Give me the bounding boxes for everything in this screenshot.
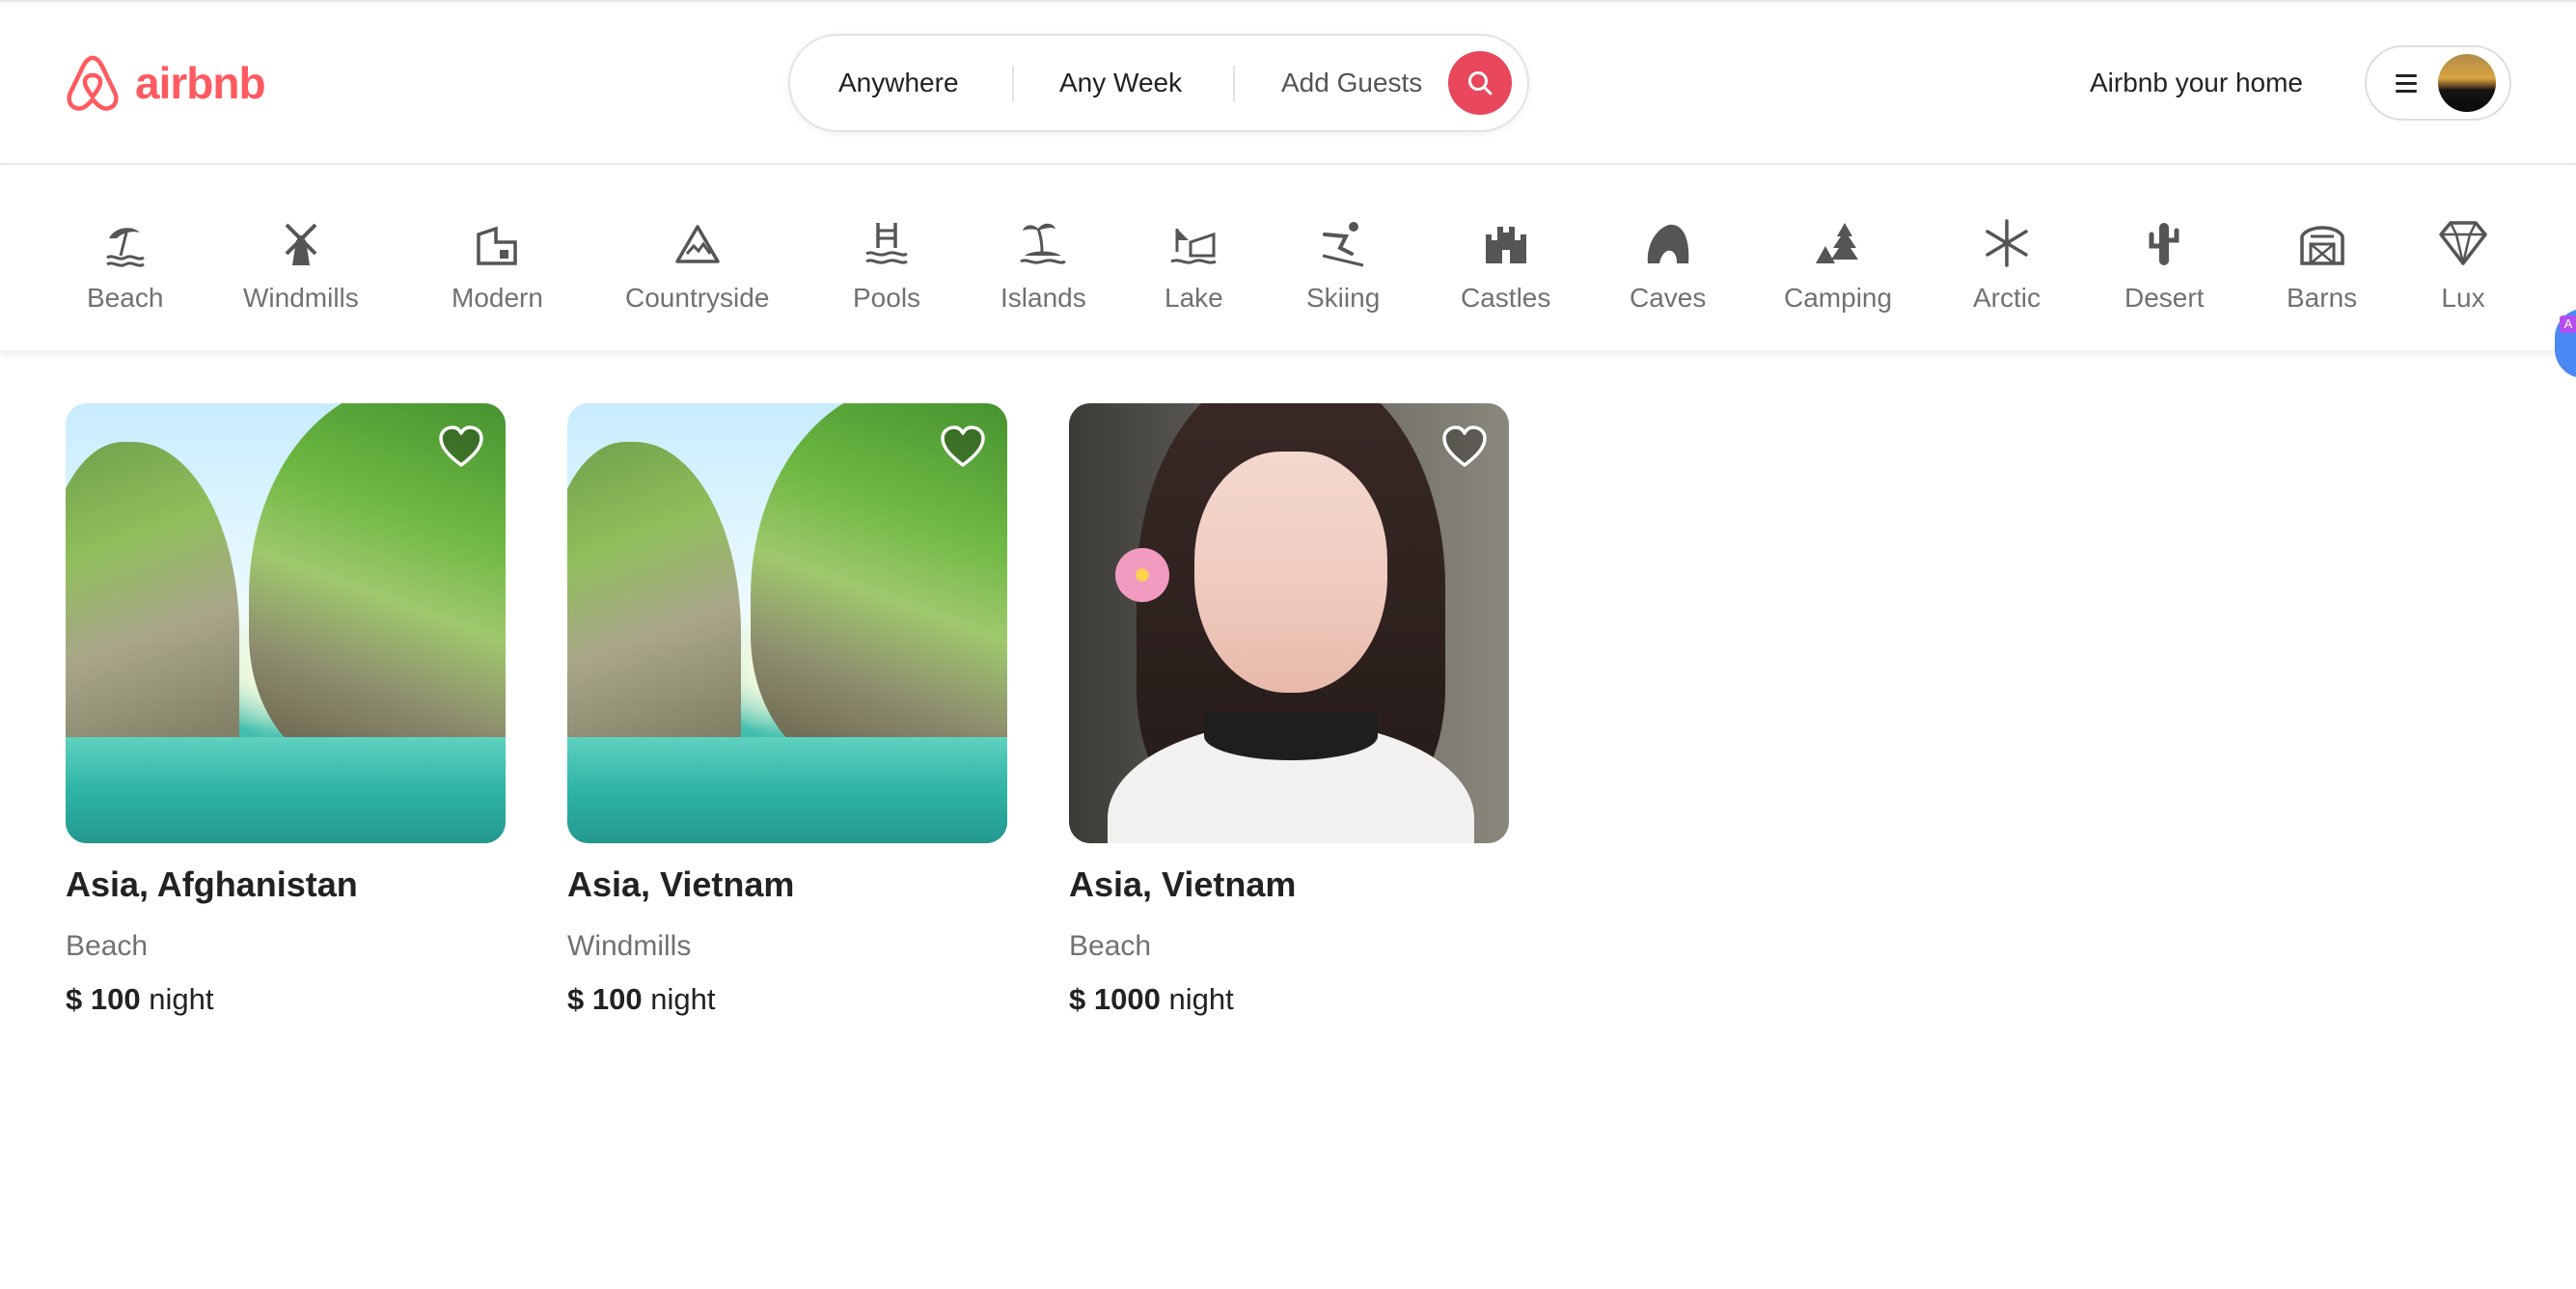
lake-icon xyxy=(1170,229,1218,264)
heart-icon[interactable] xyxy=(1441,425,1488,469)
listing-title: Asia, Afghanistan xyxy=(66,864,358,904)
listing-image xyxy=(1069,403,1509,843)
listing-title: Asia, Vietnam xyxy=(1069,864,1297,904)
airbnb-logo[interactable]: airbnb xyxy=(64,52,266,114)
listing-category: Beach xyxy=(1069,930,1152,962)
guests-button[interactable]: Add Guests xyxy=(1281,36,1422,130)
category-lake[interactable]: Lake xyxy=(1165,217,1223,314)
location-button[interactable]: Anywhere xyxy=(838,36,959,130)
category-modern[interactable]: Modern xyxy=(452,217,543,314)
category-lux[interactable]: Lux xyxy=(2437,217,2489,314)
category-windmills[interactable]: Windmills xyxy=(243,217,359,314)
category-skiing[interactable]: Skiing xyxy=(1306,217,1380,314)
price-currency: $ xyxy=(66,982,83,1016)
diamond-icon xyxy=(2439,221,2487,265)
category-castles[interactable]: Castles xyxy=(1461,217,1550,314)
listing-image xyxy=(66,403,506,843)
avatar xyxy=(2438,54,2496,112)
listing-card[interactable]: Asia, Vietnam Beach $ 1000 night xyxy=(1069,403,1509,1017)
category-arctic[interactable]: Arctic xyxy=(1973,217,2041,314)
airbnb-logo-icon xyxy=(67,55,119,111)
category-bar: Beach Windmills Modern Countryside Pools… xyxy=(0,165,2576,350)
menu-icon xyxy=(2396,74,2417,94)
price-unit: night xyxy=(1168,982,1234,1016)
listing-price: $ 1000 night xyxy=(1069,982,1509,1017)
listing-card[interactable]: Asia, Afghanistan Beach $ 100 night xyxy=(66,403,506,1017)
search-bar[interactable]: Anywhere Any Week Add Guests xyxy=(788,34,1529,132)
price-unit: night xyxy=(149,982,214,1016)
search-divider xyxy=(1012,66,1014,102)
header: airbnb Anywhere Any Week Add Guests Airb… xyxy=(0,2,2576,165)
listing-price: $ 100 night xyxy=(567,982,1007,1017)
category-barns[interactable]: Barns xyxy=(2287,217,2357,314)
price-unit: night xyxy=(650,982,716,1016)
search-button[interactable] xyxy=(1448,51,1512,115)
category-beach[interactable]: Beach xyxy=(87,217,163,314)
listing-image xyxy=(567,403,1007,843)
windmill-icon xyxy=(285,223,317,265)
listing-card[interactable]: Asia, Vietnam Windmills $ 100 night xyxy=(567,403,1007,1017)
category-camping[interactable]: Camping xyxy=(1784,217,1892,314)
price-amount: 100 xyxy=(591,982,643,1016)
price-currency: $ xyxy=(567,982,585,1016)
extension-badge: A xyxy=(2560,315,2576,333)
cave-icon xyxy=(1647,224,1688,263)
category-countryside[interactable]: Countryside xyxy=(625,217,769,314)
listing-category: Windmills xyxy=(567,930,692,962)
brand-name: airbnb xyxy=(135,58,266,108)
price-amount: 100 xyxy=(90,982,141,1016)
heart-icon[interactable] xyxy=(940,425,986,469)
tent-icon xyxy=(1816,223,1859,263)
listing-price: $ 100 night xyxy=(66,982,506,1017)
category-pools[interactable]: Pools xyxy=(853,217,920,314)
airbnb-your-home-link[interactable]: Airbnb your home xyxy=(2090,68,2303,98)
search-icon xyxy=(1468,71,1493,96)
skier-icon xyxy=(1322,222,1364,267)
barn-icon xyxy=(2299,226,2344,265)
mountain-icon xyxy=(674,225,720,263)
dates-button[interactable]: Any Week xyxy=(1059,36,1182,130)
price-currency: $ xyxy=(1069,982,1086,1016)
listing-title: Asia, Vietnam xyxy=(567,864,795,904)
category-desert[interactable]: Desert xyxy=(2124,217,2204,314)
listing-category: Beach xyxy=(66,930,149,962)
user-menu-button[interactable] xyxy=(2365,45,2511,121)
pool-icon xyxy=(865,223,908,264)
category-caves[interactable]: Caves xyxy=(1630,217,1706,314)
search-divider xyxy=(1233,66,1235,102)
snowflake-icon xyxy=(1986,219,2028,267)
price-amount: 1000 xyxy=(1093,982,1161,1016)
heart-icon[interactable] xyxy=(438,425,484,469)
castle-icon xyxy=(1485,227,1526,263)
island-icon xyxy=(1020,223,1067,264)
modern-house-icon xyxy=(477,226,518,265)
beach-icon xyxy=(105,228,145,267)
cactus-icon xyxy=(2149,223,2179,265)
category-islands[interactable]: Islands xyxy=(1000,217,1086,314)
